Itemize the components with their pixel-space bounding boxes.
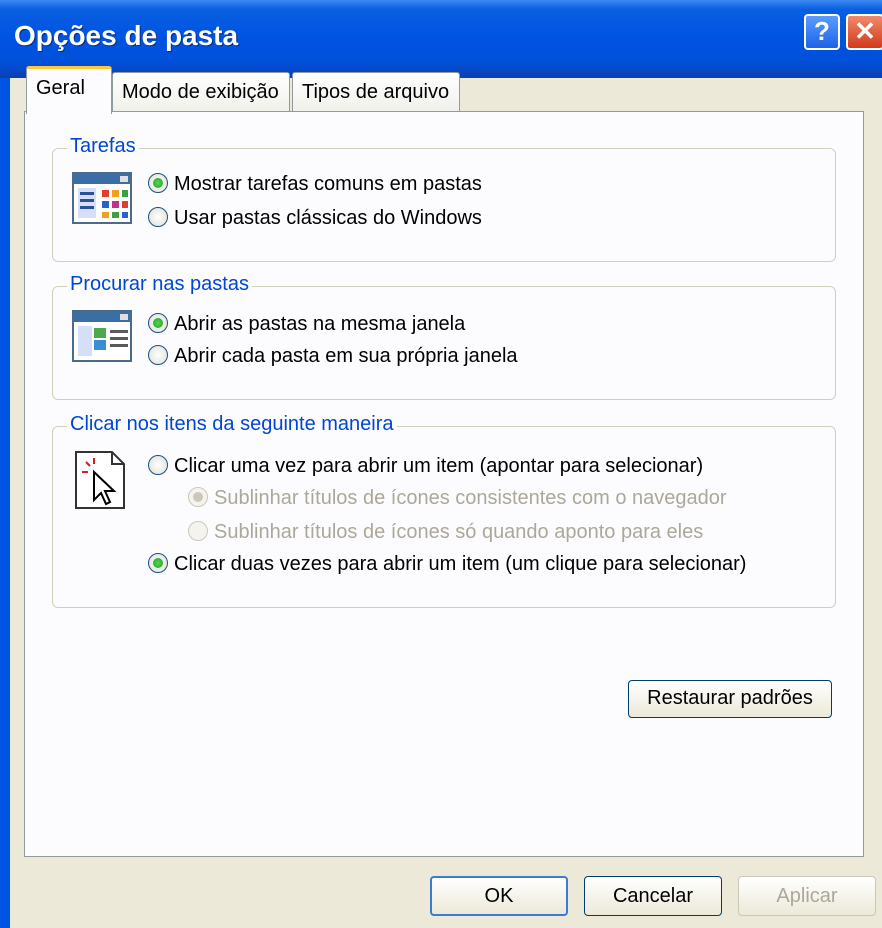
radio-double-click[interactable]: Clicar duas vezes para abrir um item (um… (148, 550, 746, 578)
group-clicar-title: Clicar nos itens da seguinte maneira (67, 413, 397, 436)
apply-button[interactable]: Aplicar (738, 876, 876, 916)
radio-show-common-tasks[interactable]: Mostrar tarefas comuns em pastas (148, 170, 482, 198)
restore-defaults-button[interactable]: Restaurar padrões (628, 680, 832, 718)
group-tarefas-title: Tarefas (67, 135, 139, 158)
radio-classic-folders[interactable]: Usar pastas clássicas do Windows (148, 204, 482, 232)
radio-same-window-label: Abrir as pastas na mesma janela (174, 313, 466, 335)
window-title: Opções de pasta (14, 20, 239, 51)
help-button[interactable]: ? (804, 14, 840, 50)
radio-underline-browser: Sublinhar títulos de ícones consistentes… (188, 484, 727, 512)
radio-button[interactable] (148, 454, 168, 475)
window-frame (0, 78, 10, 928)
close-icon: ✕ (854, 16, 876, 46)
radio-classic-folders-label: Usar pastas clássicas do Windows (174, 207, 482, 229)
title-bar[interactable]: Opções de pasta ? ✕ (0, 0, 882, 78)
radio-button-checked[interactable] (148, 172, 168, 193)
radio-own-window[interactable]: Abrir cada pasta em sua própria janela (148, 342, 518, 370)
help-icon: ? (814, 16, 830, 46)
radio-show-common-tasks-label: Mostrar tarefas comuns em pastas (174, 173, 482, 195)
close-button[interactable]: ✕ (846, 14, 882, 50)
radio-underline-browser-label: Sublinhar títulos de ícones consistentes… (214, 487, 727, 509)
radio-button[interactable] (148, 344, 168, 365)
tab-geral[interactable]: Geral (26, 66, 112, 114)
tab-tipos-de-arquivo[interactable]: Tipos de arquivo (292, 72, 460, 112)
radio-own-window-label: Abrir cada pasta em sua própria janela (174, 345, 518, 367)
group-procurar-title: Procurar nas pastas (67, 273, 252, 296)
radio-same-window[interactable]: Abrir as pastas na mesma janela (148, 310, 465, 338)
radio-single-click[interactable]: Clicar uma vez para abrir um item (apont… (148, 452, 703, 480)
tab-modo-de-exibicao[interactable]: Modo de exibição (112, 72, 290, 112)
radio-button[interactable] (148, 206, 168, 227)
radio-single-click-label: Clicar uma vez para abrir um item (apont… (174, 455, 704, 477)
folder-options-dialog: Opções de pasta ? ✕ Geral Modo de exibiç… (0, 0, 882, 928)
radio-button-disabled (188, 520, 208, 541)
radio-button-checked[interactable] (148, 552, 168, 573)
radio-underline-hover: Sublinhar títulos de ícones só quando ap… (188, 518, 703, 546)
radio-underline-hover-label: Sublinhar títulos de ícones só quando ap… (214, 521, 704, 543)
pointer-document-icon (75, 451, 125, 509)
ok-button[interactable]: OK (430, 876, 568, 916)
task-pane-icon (72, 172, 132, 224)
radio-double-click-label: Clicar duas vezes para abrir um item (um… (174, 553, 747, 575)
radio-button-checked-disabled (188, 486, 208, 507)
radio-button-checked[interactable] (148, 312, 168, 333)
cancel-button[interactable]: Cancelar (584, 876, 722, 916)
same-window-icon (72, 310, 132, 362)
